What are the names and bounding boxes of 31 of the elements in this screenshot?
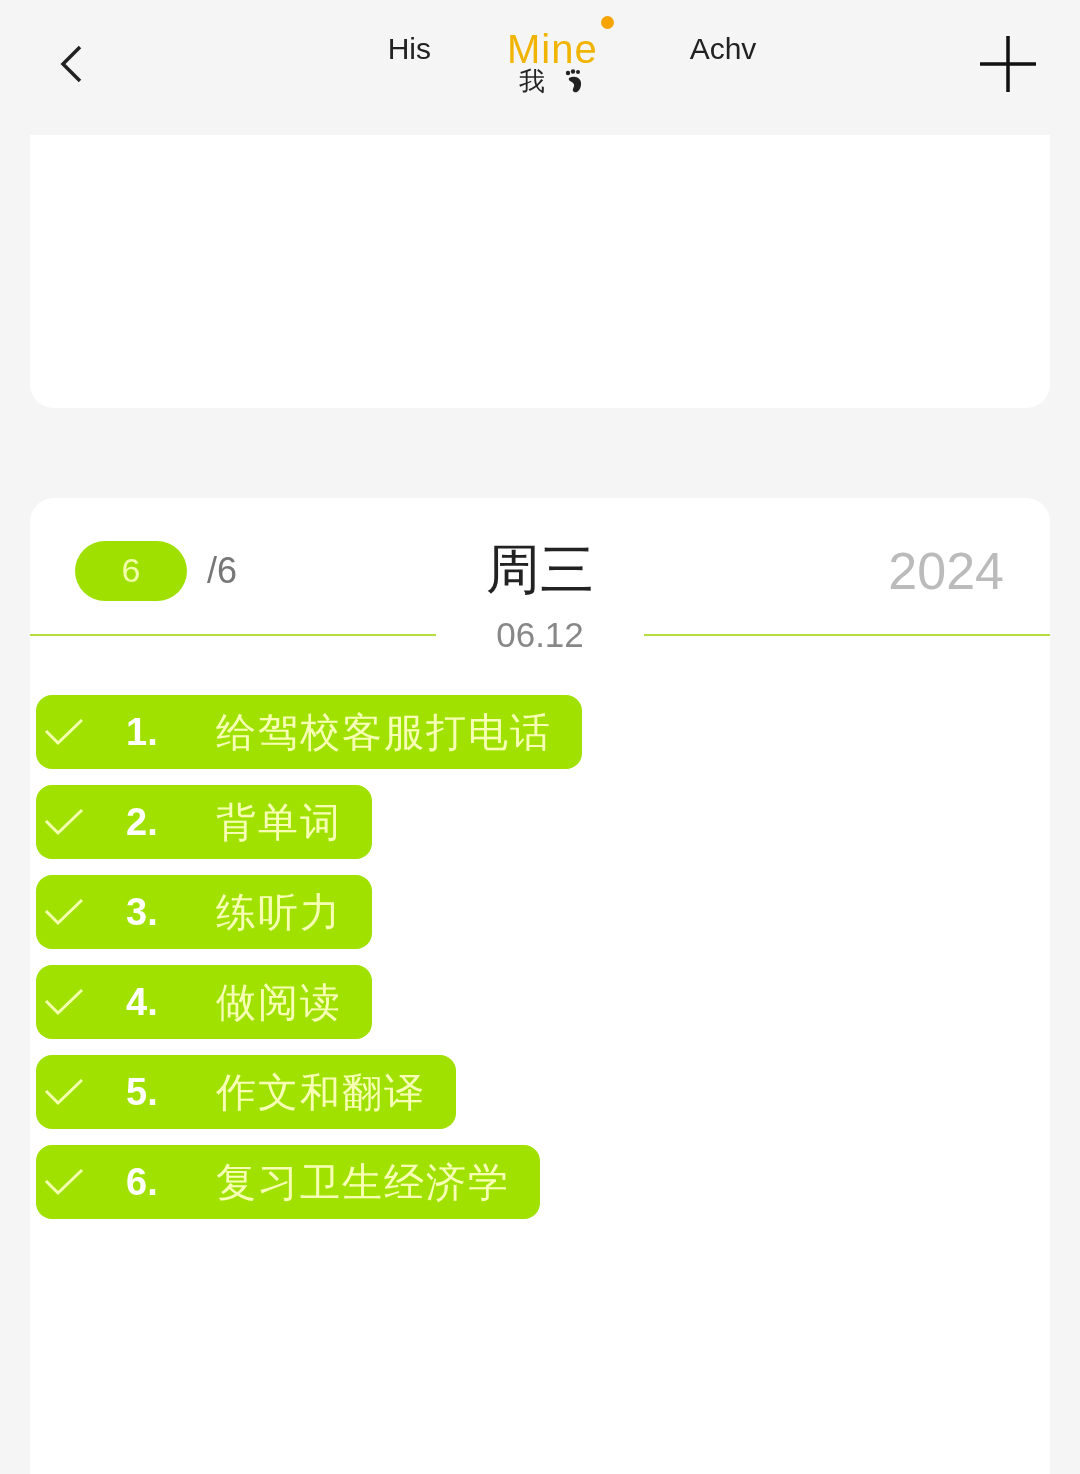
back-icon (58, 44, 84, 84)
task-text: 复习卫生经济学 (216, 1158, 510, 1206)
back-button[interactable] (58, 44, 84, 84)
done-count-badge: 6 (75, 540, 187, 601)
task-item[interactable]: 1. 给驾校客服打电话 (36, 695, 582, 769)
task-item[interactable]: 2. 背单词 (36, 785, 372, 859)
total-count: /6 (207, 549, 238, 592)
task-item[interactable]: 5. 作文和翻译 (36, 1055, 456, 1129)
task-text: 背单词 (216, 798, 342, 846)
tab[interactable]: His (387, 28, 431, 99)
task-number: 1. (126, 710, 159, 754)
tab-subtitle: 我 (519, 65, 546, 98)
add-button[interactable] (980, 36, 1036, 92)
task-number: 4. (126, 980, 159, 1024)
task-number: 2. (126, 800, 159, 844)
task-number: 3. (126, 890, 159, 934)
year-label: 2024 (888, 540, 1004, 601)
task-number: 5. (126, 1070, 159, 1114)
task-item[interactable]: 4. 做阅读 (36, 965, 372, 1039)
tab[interactable]: Achv (689, 28, 757, 99)
task-item[interactable]: 3. 练听力 (36, 875, 372, 949)
task-text: 作文和翻译 (216, 1068, 426, 1116)
task-text: 给驾校客服打电话 (216, 708, 552, 756)
task-text: 练听力 (216, 888, 342, 936)
tab[interactable]: Mine 我 (506, 16, 614, 99)
task-text: 做阅读 (216, 978, 342, 1026)
date-label: 06.12 (496, 615, 584, 655)
plus-icon (980, 36, 1036, 92)
task-number: 6. (126, 1160, 159, 1204)
weekday-label: 周三 (485, 538, 594, 601)
task-item[interactable]: 6. 复习卫生经济学 (36, 1145, 540, 1219)
